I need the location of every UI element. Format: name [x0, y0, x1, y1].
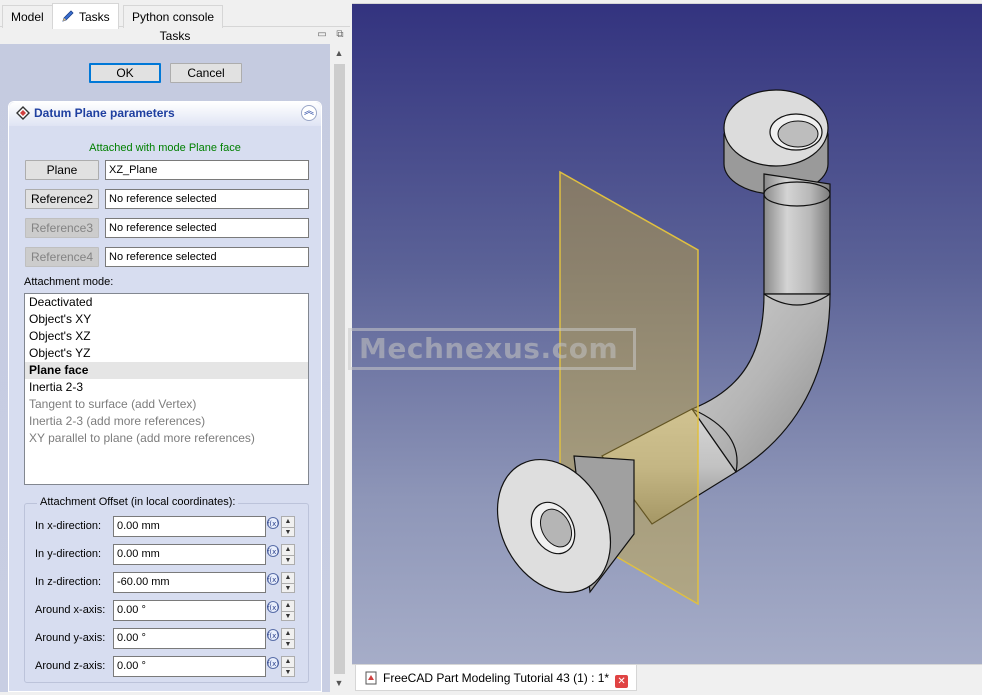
document-tab-label: FreeCAD Part Modeling Tutorial 43 (1) : …: [383, 671, 610, 685]
mode-item-inertia-2-3[interactable]: Inertia 2-3: [25, 379, 308, 396]
offset-x-spinner[interactable]: ▲ ▼: [281, 516, 295, 537]
spin-down-icon[interactable]: ▼: [282, 555, 294, 564]
expression-icon[interactable]: f(x): [266, 628, 280, 642]
scroll-down-icon[interactable]: ▼: [332, 676, 346, 690]
mode-item-objects-yz[interactable]: Object's YZ: [25, 345, 308, 362]
tab-tasks-label: Tasks: [79, 10, 110, 24]
mode-item-inertia-2-3-more[interactable]: Inertia 2-3 (add more references): [25, 413, 308, 430]
expression-icon[interactable]: f(x): [266, 572, 280, 586]
spin-down-icon[interactable]: ▼: [282, 611, 294, 620]
rotation-z-spinner[interactable]: ▲ ▼: [281, 656, 295, 677]
tab-python-console-label: Python console: [132, 10, 215, 24]
tasks-title-text: Tasks: [159, 29, 191, 43]
datum-plane-parameters-box: Datum Plane parameters ︽ Attached with m…: [8, 101, 322, 692]
tab-model[interactable]: Model: [2, 5, 53, 28]
spin-down-icon[interactable]: ▼: [282, 667, 294, 676]
tab-tasks[interactable]: Tasks: [52, 3, 119, 29]
scroll-up-icon[interactable]: ▲: [332, 46, 346, 60]
expression-icon[interactable]: f(x): [266, 516, 280, 530]
rotation-y-label: Around y-axis:: [35, 632, 106, 644]
reference4-field[interactable]: No reference selected: [105, 247, 309, 267]
spin-down-icon[interactable]: ▼: [282, 639, 294, 648]
attachment-offset-group: Attachment Offset (in local coordinates)…: [24, 496, 309, 683]
offset-x-input[interactable]: 0.00 mm: [113, 516, 266, 537]
svg-text:f(x): f(x): [267, 548, 279, 556]
offset-z-spinner[interactable]: ▲ ▼: [281, 572, 295, 593]
svg-text:f(x): f(x): [267, 632, 279, 640]
spin-up-icon[interactable]: ▲: [282, 629, 294, 638]
svg-text:f(x): f(x): [267, 520, 279, 528]
svg-text:f(x): f(x): [267, 576, 279, 584]
expression-icon[interactable]: f(x): [266, 600, 280, 614]
combo-tab-bar: Model Tasks Python console: [0, 3, 350, 29]
spin-up-icon[interactable]: ▲: [282, 517, 294, 526]
tab-model-label: Model: [11, 10, 44, 24]
rotation-x-input[interactable]: 0.00 °: [113, 600, 266, 621]
reference3-button[interactable]: Reference3: [25, 218, 99, 238]
document-tab-bar: FreeCAD Part Modeling Tutorial 43 (1) : …: [352, 664, 982, 695]
svg-text:f(x): f(x): [267, 604, 279, 612]
vertical-pipe: [763, 173, 831, 295]
watermark-text: Mechnexus.com: [348, 328, 636, 370]
combo-view-panel: Model Tasks Python console Tasks ▭ ⧉ OK …: [0, 0, 350, 695]
collapse-chevron-icon[interactable]: ︽: [301, 105, 317, 121]
task-panel-scrollbar[interactable]: ▲ ▼: [330, 44, 348, 692]
attachment-mode-list[interactable]: Deactivated Object's XY Object's XZ Obje…: [24, 293, 309, 485]
spin-down-icon[interactable]: ▼: [282, 527, 294, 536]
task-scroll-area: OK Cancel Datum Plane parameters ︽ Attac…: [0, 44, 330, 692]
document-tab[interactable]: FreeCAD Part Modeling Tutorial 43 (1) : …: [355, 665, 638, 691]
rotation-z-input[interactable]: 0.00 °: [113, 656, 266, 677]
spin-up-icon[interactable]: ▲: [282, 545, 294, 554]
datum-plane-title: Datum Plane parameters: [34, 106, 175, 120]
mode-item-deactivated[interactable]: Deactivated: [25, 294, 308, 311]
spin-up-icon[interactable]: ▲: [282, 601, 294, 610]
tasks-panel-title: Tasks ▭ ⧉: [0, 28, 350, 44]
datum-plane-header: Datum Plane parameters ︽: [9, 102, 321, 126]
close-panel-icon[interactable]: ⧉: [334, 29, 346, 41]
mode-item-objects-xz[interactable]: Object's XZ: [25, 328, 308, 345]
cancel-button[interactable]: Cancel: [170, 63, 242, 83]
expression-icon[interactable]: f(x): [266, 656, 280, 670]
close-document-icon[interactable]: ✕: [615, 675, 629, 688]
offset-x-label: In x-direction:: [35, 520, 102, 532]
rotation-x-spinner[interactable]: ▲ ▼: [281, 600, 295, 621]
freecad-document-icon: [365, 671, 377, 685]
scrollbar-thumb[interactable]: [334, 64, 345, 674]
spin-down-icon[interactable]: ▼: [282, 583, 294, 592]
rotation-y-input[interactable]: 0.00 °: [113, 628, 266, 649]
mode-item-objects-xy[interactable]: Object's XY: [25, 311, 308, 328]
offset-z-input[interactable]: -60.00 mm: [113, 572, 266, 593]
offset-y-spinner[interactable]: ▲ ▼: [281, 544, 295, 565]
pencil-icon: [62, 10, 74, 22]
plane-reference-field[interactable]: XZ_Plane: [105, 160, 309, 180]
offset-y-input[interactable]: 0.00 mm: [113, 544, 266, 565]
rotation-z-label: Around z-axis:: [35, 660, 106, 672]
expression-icon[interactable]: f(x): [266, 544, 280, 558]
tab-python-console[interactable]: Python console: [123, 5, 224, 28]
reference4-button[interactable]: Reference4: [25, 247, 99, 267]
mode-item-xy-parallel[interactable]: XY parallel to plane (add more reference…: [25, 430, 308, 447]
attachment-mode-label: Attachment mode:: [24, 276, 114, 288]
mode-item-plane-face[interactable]: Plane face: [25, 362, 308, 379]
attachment-offset-title: Attachment Offset (in local coordinates)…: [37, 496, 239, 508]
float-panel-icon[interactable]: ▭: [316, 29, 328, 41]
rotation-y-spinner[interactable]: ▲ ▼: [281, 628, 295, 649]
ok-button[interactable]: OK: [89, 63, 161, 83]
mode-item-tangent-to-surface[interactable]: Tangent to surface (add Vertex): [25, 396, 308, 413]
svg-text:f(x): f(x): [267, 660, 279, 668]
datum-plane-icon: [16, 106, 30, 120]
reference3-field[interactable]: No reference selected: [105, 218, 309, 238]
reference2-button[interactable]: Reference2: [25, 189, 99, 209]
plane-reference-button[interactable]: Plane: [25, 160, 99, 180]
rotation-x-label: Around x-axis:: [35, 604, 106, 616]
offset-z-label: In z-direction:: [35, 576, 102, 588]
reference2-field[interactable]: No reference selected: [105, 189, 309, 209]
offset-y-label: In y-direction:: [35, 548, 102, 560]
spin-up-icon[interactable]: ▲: [282, 573, 294, 582]
spin-up-icon[interactable]: ▲: [282, 657, 294, 666]
attach-status-text: Attached with mode Plane face: [89, 142, 241, 154]
